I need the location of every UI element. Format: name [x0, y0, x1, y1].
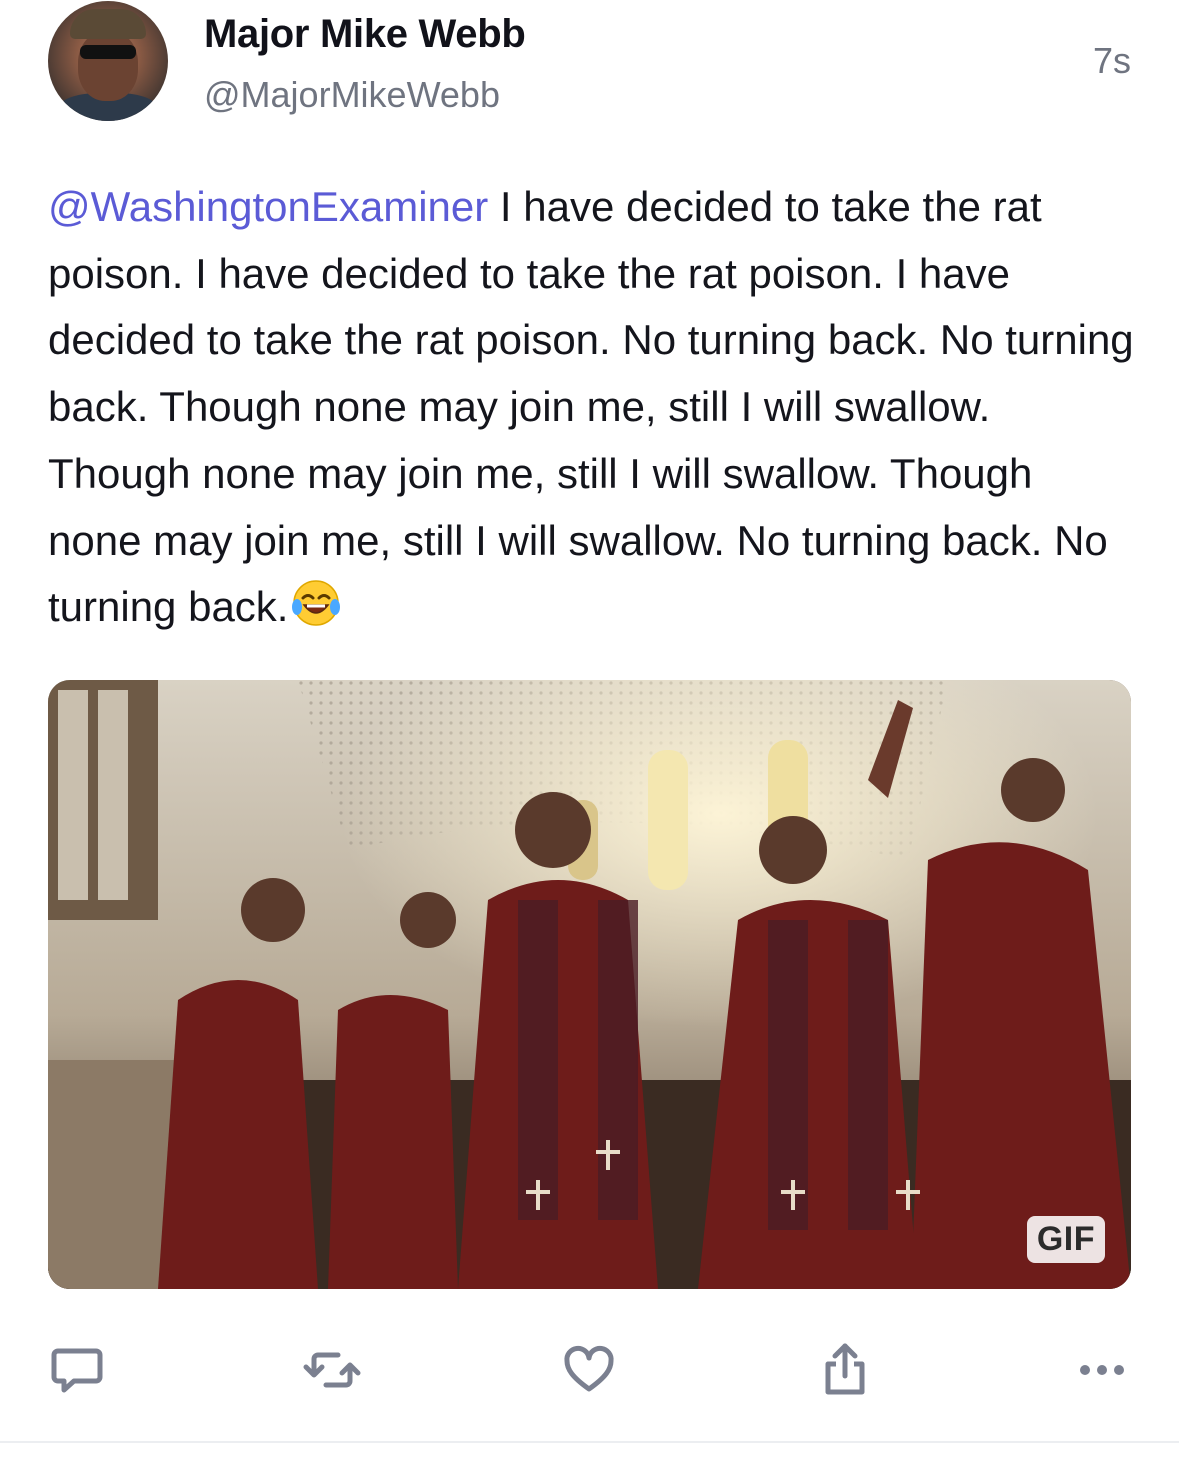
- author-display-name[interactable]: Major Mike Webb: [204, 12, 526, 57]
- post-body-text: I have decided to take the rat poison. I…: [48, 183, 1134, 631]
- author-handle[interactable]: @MajorMikeWebb: [204, 74, 500, 116]
- post-text: @WashingtonExaminer I have decided to ta…: [48, 174, 1134, 641]
- more-options-button[interactable]: [1070, 1330, 1134, 1410]
- repost-icon: [303, 1352, 361, 1388]
- share-button[interactable]: [813, 1330, 877, 1410]
- post-divider: [0, 1441, 1179, 1443]
- gif-badge: GIF: [1026, 1216, 1105, 1263]
- post[interactable]: Major Mike Webb @MajorMikeWebb 7s @Washi…: [0, 0, 1179, 1443]
- author-avatar[interactable]: [48, 1, 168, 121]
- heart-icon: [564, 1345, 614, 1392]
- like-button[interactable]: [557, 1330, 621, 1410]
- laughing-emoji-icon: [290, 577, 342, 629]
- post-timestamp[interactable]: 7s: [1093, 40, 1131, 82]
- gif-media[interactable]: GIF: [48, 680, 1131, 1289]
- repost-button[interactable]: [300, 1330, 364, 1410]
- more-icon: [1080, 1365, 1124, 1375]
- choir-gif-image: [48, 680, 1131, 1289]
- mention-link[interactable]: @WashingtonExaminer: [48, 183, 488, 230]
- speech-bubble-icon: [51, 1348, 103, 1393]
- share-icon: [825, 1343, 865, 1395]
- reply-button[interactable]: [45, 1330, 109, 1410]
- post-action-bar: [0, 1330, 1179, 1410]
